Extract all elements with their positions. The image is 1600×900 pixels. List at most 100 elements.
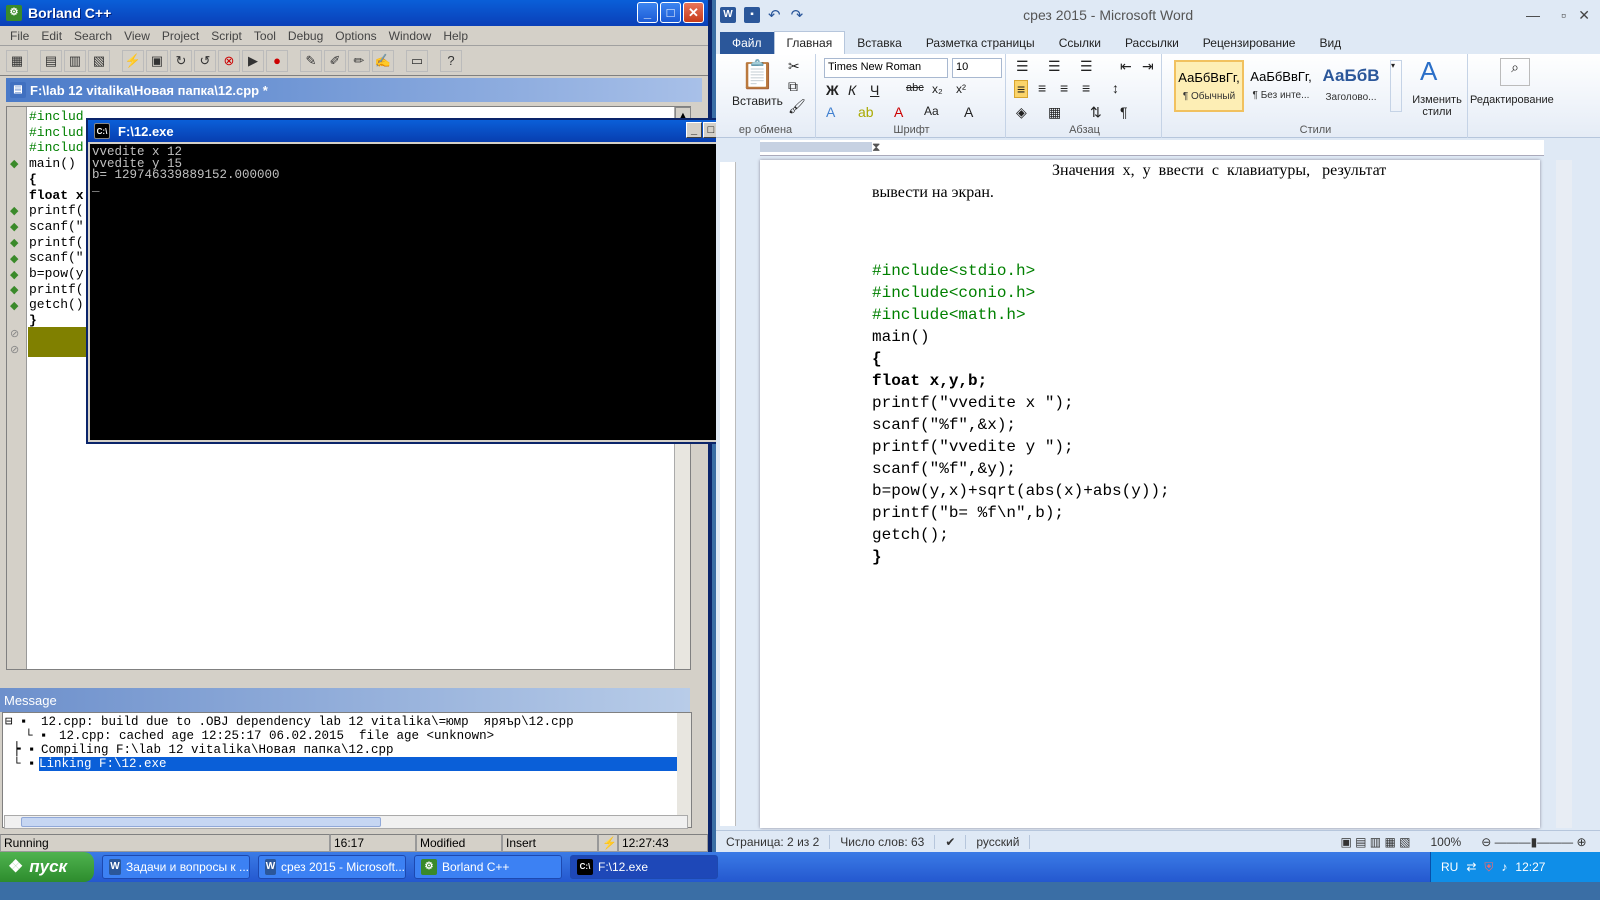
console-window[interactable]: C:\ F:\12.exe _ □ ✕ vvedite x 12 vvedite… <box>86 118 740 444</box>
inspect-icon[interactable]: ✎ <box>300 49 322 72</box>
change-styles-button[interactable]: Изменить стили <box>1404 94 1470 118</box>
menu-edit[interactable]: Edit <box>35 29 68 43</box>
borders-icon[interactable]: ▦ <box>1048 104 1061 121</box>
horizontal-ruler[interactable]: ⧗ <box>760 140 1544 156</box>
menu-file[interactable]: File <box>4 29 35 43</box>
tab-file[interactable]: Файл <box>720 32 774 54</box>
word-close-icon[interactable]: ✕ <box>1578 7 1590 24</box>
language[interactable]: русский <box>966 834 1031 849</box>
find-icon[interactable]: ⌕ <box>1500 58 1530 86</box>
open-icon[interactable]: ▤ <box>40 49 62 72</box>
message-pane-title[interactable]: Message <box>0 688 690 712</box>
indent-marker-icon[interactable]: ⧗ <box>872 140 880 155</box>
view-buttons-icon[interactable]: ▣ ▤ ▥ ▦ ▧ <box>1330 835 1420 849</box>
menu-debug[interactable]: Debug <box>282 29 329 43</box>
watch-icon[interactable]: ✏ <box>348 49 370 72</box>
trace-into-icon[interactable]: ↺ <box>194 49 216 72</box>
justify-icon[interactable]: ≡ <box>1082 80 1090 96</box>
line-spacing-icon[interactable]: ↕ <box>1112 80 1119 96</box>
vertical-ruler[interactable] <box>720 162 736 826</box>
subscript-icon[interactable]: x₂ <box>932 82 943 96</box>
message-line[interactable]: 12.cpp: cached age 12:25:17 06.02.2015 f… <box>59 729 494 743</box>
copy-icon[interactable]: ⧉ <box>788 78 798 95</box>
cut-icon[interactable]: ✂ <box>788 58 800 75</box>
superscript-icon[interactable]: x² <box>956 82 966 96</box>
scroll-thumb[interactable] <box>21 817 381 827</box>
tray-security-icon[interactable]: ⛨ <box>1484 860 1493 875</box>
word-scrollbar[interactable] <box>1556 160 1572 828</box>
tab-references[interactable]: Ссылки <box>1047 32 1113 54</box>
doc-text-line[interactable]: вывести на экран. <box>872 182 994 204</box>
tab-review[interactable]: Рецензирование <box>1191 32 1308 54</box>
run-to-cursor-icon[interactable]: ▶ <box>242 49 264 72</box>
new-project-icon[interactable]: ▦ <box>6 49 28 72</box>
message-line[interactable]: 12.cpp: build due to .OBJ dependency lab… <box>41 715 574 729</box>
numbering-icon[interactable]: ☰ <box>1048 58 1061 75</box>
menu-view[interactable]: View <box>118 29 156 43</box>
message-line[interactable]: Compiling F:\lab 12 vitalika\Новая папка… <box>41 743 394 757</box>
menu-help[interactable]: Help <box>437 29 474 43</box>
menu-project[interactable]: Project <box>156 29 205 43</box>
make-icon[interactable]: ⚡ <box>122 49 144 72</box>
paste-icon[interactable]: 📋 <box>740 58 775 91</box>
menu-options[interactable]: Options <box>329 29 382 43</box>
font-color-icon[interactable]: A <box>894 104 903 120</box>
task-borland[interactable]: ⚙ Borland C++ <box>414 855 562 879</box>
text-effects-icon[interactable]: A <box>826 104 835 120</box>
language-indicator[interactable]: RU <box>1441 860 1458 874</box>
context-help-icon[interactable]: ? <box>440 49 462 72</box>
tab-mailings[interactable]: Рассылки <box>1113 32 1191 54</box>
increase-indent-icon[interactable]: ⇥ <box>1142 58 1154 75</box>
bold-icon[interactable]: Ж <box>826 82 839 98</box>
task-word-srez[interactable]: W срез 2015 - Microsoft... <box>258 855 406 879</box>
italic-icon[interactable]: К <box>848 82 856 98</box>
save-icon[interactable]: ▪ <box>744 7 760 23</box>
font-name-field[interactable]: Times New Roman <box>824 58 948 78</box>
redo-icon[interactable]: ↷ <box>791 6 804 24</box>
add-watch-icon[interactable]: ✍ <box>372 49 394 72</box>
doc-code[interactable]: #include<stdio.h> #include<conio.h> #inc… <box>872 260 1170 568</box>
menu-window[interactable]: Window <box>383 29 438 43</box>
word-count[interactable]: Число слов: 63 <box>830 834 936 849</box>
tray-volume-icon[interactable]: ♪ <box>1501 860 1507 874</box>
doc-text-line[interactable]: Значения x, y ввести с клавиатуры, резул… <box>1052 160 1386 182</box>
align-left-icon[interactable]: ≡ <box>1014 80 1029 98</box>
format-painter-icon[interactable]: 🖌 <box>788 98 806 115</box>
highlight-icon[interactable]: ab <box>858 104 874 120</box>
proofing-icon[interactable]: ✔ <box>935 834 967 849</box>
align-right-icon[interactable]: ≡ <box>1060 80 1068 96</box>
editor-titlebar[interactable]: ▤ F:\lab 12 vitalika\Новая папка\12.cpp … <box>6 78 702 102</box>
multilevel-icon[interactable]: ☰ <box>1080 58 1093 75</box>
console-titlebar[interactable]: C:\ F:\12.exe _ □ ✕ <box>88 120 738 142</box>
style-no-spacing[interactable]: АаБбВвГг, ¶ Без инте... <box>1246 60 1316 112</box>
maximize-button[interactable]: □ <box>660 2 681 23</box>
tray-network-icon[interactable]: ⇄ <box>1466 860 1476 874</box>
evaluate-icon[interactable]: ✐ <box>324 49 346 72</box>
tab-view[interactable]: Вид <box>1307 32 1353 54</box>
step-over-icon[interactable]: ↻ <box>170 49 192 72</box>
save-icon[interactable]: ▥ <box>64 49 86 72</box>
paste-button[interactable]: Вставить <box>732 94 783 108</box>
styles-more-icon[interactable]: ▾ <box>1390 60 1402 112</box>
breakpoint-icon[interactable]: ● <box>266 49 288 72</box>
start-button[interactable]: ❖ пуск <box>0 852 94 882</box>
underline-icon[interactable]: Ч <box>870 82 879 98</box>
zoom-level[interactable]: 100% <box>1420 835 1471 849</box>
message-scrollbar[interactable] <box>677 713 691 827</box>
page-count[interactable]: Страница: 2 из 2 <box>716 834 831 849</box>
minimize-button[interactable]: _ <box>637 2 658 23</box>
word-titlebar[interactable]: W ▪ ↶ ↷ срез 2015 - Microsoft Word — ▫ ✕ <box>716 0 1600 30</box>
folder-icon[interactable]: ▭ <box>406 49 428 72</box>
document-page[interactable]: Значения x, y ввести с клавиатуры, резул… <box>760 160 1540 828</box>
decrease-indent-icon[interactable]: ⇤ <box>1120 58 1132 75</box>
show-marks-icon[interactable]: ¶ <box>1120 104 1128 120</box>
style-heading[interactable]: АаБбВ Заголово... <box>1316 60 1386 112</box>
task-console[interactable]: C:\ F:\12.exe <box>570 855 718 879</box>
zoom-slider[interactable]: ⊖ ———▮——— ⊕ <box>1471 835 1596 849</box>
menu-tool[interactable]: Tool <box>248 29 282 43</box>
tab-insert[interactable]: Вставка <box>845 32 914 54</box>
change-styles-icon[interactable]: A <box>1420 56 1437 87</box>
console-minimize-button[interactable]: _ <box>686 122 702 138</box>
menu-script[interactable]: Script <box>205 29 248 43</box>
align-center-icon[interactable]: ≡ <box>1038 80 1046 96</box>
